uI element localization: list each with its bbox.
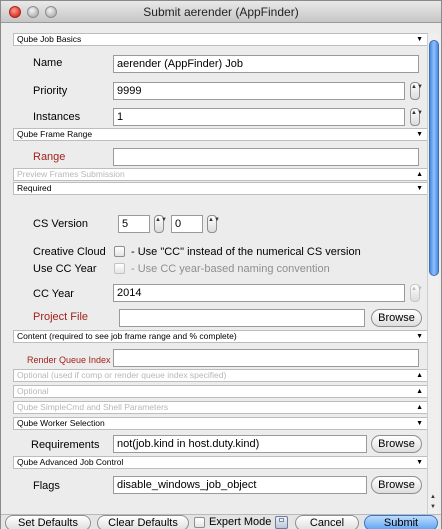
expert-mode-label: Expert Mode [209, 516, 272, 528]
requirements-browse-button[interactable]: Browse [371, 435, 422, 453]
section-label: Qube Worker Selection [17, 418, 105, 428]
flags-browse-button[interactable]: Browse [371, 476, 422, 494]
section-label: Qube Advanced Job Control [17, 457, 124, 467]
expand-arrow-icon[interactable]: ▲ [416, 170, 423, 180]
window-title: Submit aerender (AppFinder) [143, 5, 299, 19]
use-cc-year-hint: - Use CC year-based naming convention [131, 263, 330, 275]
section-optional[interactable]: Optional ▲ [13, 385, 428, 398]
instances-label: Instances [33, 111, 81, 123]
range-label: Range [33, 151, 66, 163]
submit-button[interactable]: Submit [364, 515, 438, 529]
section-label: Content (required to see job frame range… [17, 331, 237, 341]
instances-stepper[interactable]: ▲▼ [410, 108, 423, 126]
section-label: Preview Frames Submission [17, 169, 125, 179]
use-cc-year-label: Use CC Year [33, 263, 97, 275]
section-required[interactable]: Required ▼ [13, 182, 428, 195]
project-file-browse-button[interactable]: Browse [371, 309, 422, 327]
section-label: Optional [17, 386, 49, 396]
flags-field[interactable]: disable_windows_job_object [113, 476, 367, 494]
cancel-button[interactable]: Cancel [295, 515, 359, 529]
requirements-label: Requirements [31, 439, 100, 451]
cc-year-label: CC Year [33, 288, 74, 300]
creative-cloud-hint: - Use "CC" instead of the numerical CS v… [131, 246, 361, 258]
set-defaults-button[interactable]: Set Defaults [5, 515, 91, 529]
project-file-field[interactable] [119, 309, 365, 327]
clear-defaults-button[interactable]: Clear Defaults [97, 515, 189, 529]
collapse-arrow-icon[interactable]: ▼ [416, 184, 423, 194]
title-bar[interactable]: Submit aerender (AppFinder) [1, 1, 441, 23]
collapse-arrow-icon[interactable]: ▼ [416, 458, 423, 468]
cs-major-stepper[interactable]: ▲▼ [154, 215, 167, 233]
render-queue-index-label: Render Queue Index [27, 355, 111, 365]
cc-year-field[interactable]: 2014 [113, 284, 405, 302]
priority-field[interactable]: 9999 [113, 82, 405, 100]
cs-major-field[interactable]: 5 [118, 215, 150, 233]
section-label: Qube SimpleCmd and Shell Parameters [17, 402, 169, 412]
cs-version-label: CS Version [33, 218, 89, 230]
collapse-arrow-icon[interactable]: ▼ [416, 35, 423, 45]
save-disk-icon[interactable] [275, 516, 288, 529]
expand-arrow-icon[interactable]: ▲ [416, 387, 423, 397]
submit-window: Submit aerender (AppFinder) Qube Job Bas… [0, 0, 442, 529]
range-field[interactable] [113, 148, 419, 166]
section-preview-frames[interactable]: Preview Frames Submission ▲ [13, 168, 428, 181]
section-label: Qube Frame Range [17, 129, 93, 139]
section-label: Optional (used if comp or render queue i… [17, 370, 227, 380]
flags-label: Flags [33, 480, 60, 492]
cc-year-stepper[interactable]: ▲▼ [410, 284, 423, 302]
section-label: Required [17, 183, 52, 193]
cs-minor-field[interactable]: 0 [171, 215, 203, 233]
section-frame-range[interactable]: Qube Frame Range ▼ [13, 128, 428, 141]
render-queue-index-field[interactable] [113, 349, 419, 367]
scrollbar-thumb[interactable] [429, 40, 439, 276]
collapse-arrow-icon[interactable]: ▼ [416, 130, 423, 140]
form-content: Qube Job Basics ▼ Name aerender (AppFind… [13, 33, 440, 513]
section-label: Qube Job Basics [17, 34, 82, 44]
section-job-basics[interactable]: Qube Job Basics ▼ [13, 33, 428, 46]
expert-mode-checkbox[interactable] [194, 517, 205, 528]
section-advanced-job-control[interactable]: Qube Advanced Job Control ▼ [13, 456, 428, 469]
creative-cloud-checkbox[interactable] [114, 246, 125, 257]
requirements-field[interactable]: not(job.kind in host.duty.kind) [113, 435, 367, 453]
use-cc-year-checkbox[interactable] [114, 263, 125, 274]
section-content[interactable]: Content (required to see job frame range… [13, 330, 428, 343]
priority-stepper[interactable]: ▲▼ [410, 82, 423, 100]
creative-cloud-label: Creative Cloud [33, 246, 106, 258]
expand-arrow-icon[interactable]: ▲ [416, 371, 423, 381]
scroll-up-icon[interactable]: ▲ [430, 494, 436, 500]
section-optional-used[interactable]: Optional (used if comp or render queue i… [13, 369, 428, 382]
collapse-arrow-icon[interactable]: ▼ [416, 419, 423, 429]
expand-arrow-icon[interactable]: ▲ [416, 403, 423, 413]
section-simplecmd[interactable]: Qube SimpleCmd and Shell Parameters ▲ [13, 401, 428, 414]
section-worker-selection[interactable]: Qube Worker Selection ▼ [13, 417, 428, 430]
vertical-scrollbar[interactable]: ▲ ▼ [427, 34, 439, 515]
name-label: Name [33, 57, 63, 69]
project-file-label: Project File [33, 311, 89, 323]
scroll-down-icon[interactable]: ▼ [430, 504, 436, 510]
collapse-arrow-icon[interactable]: ▼ [416, 332, 423, 342]
priority-label: Priority [33, 85, 68, 97]
cs-minor-stepper[interactable]: ▲▼ [207, 215, 220, 233]
instances-field[interactable]: 1 [113, 108, 405, 126]
name-field[interactable]: aerender (AppFinder) Job [113, 55, 419, 73]
